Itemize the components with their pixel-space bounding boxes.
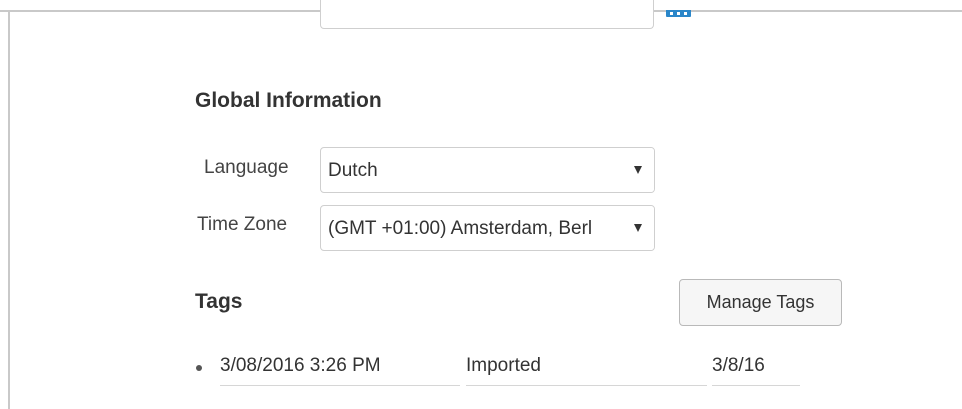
calendar-icon-dot (684, 12, 687, 15)
calendar-icon[interactable] (666, 10, 691, 17)
manage-tags-button[interactable]: Manage Tags (679, 279, 842, 326)
bullet-icon (196, 365, 202, 371)
chevron-down-icon (624, 206, 654, 250)
language-select-value: Dutch (328, 160, 378, 181)
page: Global Information Language Dutch Time Z… (0, 0, 962, 409)
language-select[interactable]: Dutch (320, 147, 655, 193)
time-zone-label: Time Zone (197, 214, 288, 235)
language-label: Language (204, 157, 289, 178)
tag-name-field: Imported (466, 349, 707, 386)
panel-left-border (8, 10, 10, 409)
calendar-icon-dot (677, 12, 680, 15)
time-zone-select[interactable]: (GMT +01:00) Amsterdam, Berl (320, 205, 655, 251)
tags-heading: Tags (195, 290, 243, 313)
chevron-down-icon (624, 148, 654, 192)
tag-short-date-field: 3/8/16 (712, 349, 800, 386)
date-input[interactable] (320, 0, 654, 29)
time-zone-select-value: (GMT +01:00) Amsterdam, Berl (328, 218, 593, 239)
global-information-heading: Global Information (195, 89, 382, 112)
tag-date-field: 3/08/2016 3:26 PM (220, 349, 460, 386)
calendar-icon-dot (670, 12, 673, 15)
